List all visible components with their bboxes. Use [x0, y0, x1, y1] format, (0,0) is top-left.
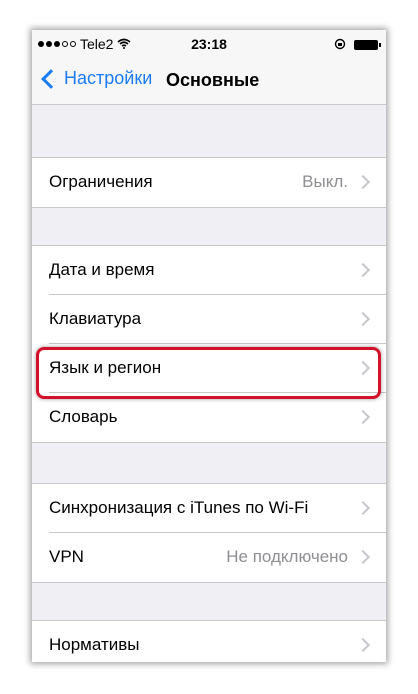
- row-label: Клавиатура: [49, 309, 142, 328]
- chevron-right-icon: [355, 549, 371, 565]
- battery-icon: [354, 40, 381, 50]
- row-regulatory[interactable]: Нормативы: [32, 621, 386, 662]
- back-label: Настройки: [64, 68, 153, 88]
- group-regulatory: Нормативы: [32, 620, 386, 662]
- chevron-right-icon: [355, 409, 371, 425]
- back-button[interactable]: Настройки: [40, 68, 152, 89]
- row-itunes-sync[interactable]: Синхронизация с iTunes по Wi-Fi: [32, 484, 386, 533]
- row-vpn[interactable]: VPN Не подключено: [32, 533, 386, 582]
- group-restrictions: Ограничения Выкл.: [32, 157, 386, 208]
- phone-screen: Tele2 23:18 Настройки Основные Ограничен…: [32, 30, 386, 662]
- highlight-frame: [36, 347, 381, 399]
- group-sync: Синхронизация с iTunes по Wi-Fi VPN Не п…: [32, 483, 386, 583]
- row-value: Выкл.: [302, 172, 348, 191]
- row-label: Синхронизация с iTunes по Wi-Fi: [49, 498, 309, 517]
- row-restrictions[interactable]: Ограничения Выкл.: [32, 158, 386, 207]
- row-label: Дата и время: [49, 260, 155, 279]
- row-value: Не подключено: [226, 547, 348, 566]
- chevron-right-icon: [355, 262, 371, 278]
- chevron-right-icon: [355, 174, 371, 190]
- row-label: Ограничения: [49, 172, 153, 191]
- chevron-right-icon: [355, 311, 371, 327]
- row-label: VPN: [49, 547, 84, 566]
- row-label: Нормативы: [49, 635, 140, 654]
- group-input: Дата и время Клавиатура Язык и регион Сл…: [32, 245, 386, 443]
- row-label: Словарь: [49, 407, 118, 426]
- row-date-time[interactable]: Дата и время: [32, 246, 386, 295]
- row-keyboard[interactable]: Клавиатура: [32, 295, 386, 344]
- navigation-bar: Настройки Основные: [32, 60, 386, 105]
- status-right: [334, 37, 381, 53]
- page-title: Основные: [166, 70, 260, 90]
- chevron-right-icon: [355, 500, 371, 516]
- status-time: 23:18: [191, 36, 227, 52]
- chevron-left-icon: [41, 68, 61, 89]
- orientation-lock-icon: [334, 37, 346, 53]
- status-bar: Tele2 23:18: [32, 30, 386, 60]
- row-dictionary[interactable]: Словарь: [32, 393, 386, 442]
- chevron-right-icon: [355, 637, 371, 653]
